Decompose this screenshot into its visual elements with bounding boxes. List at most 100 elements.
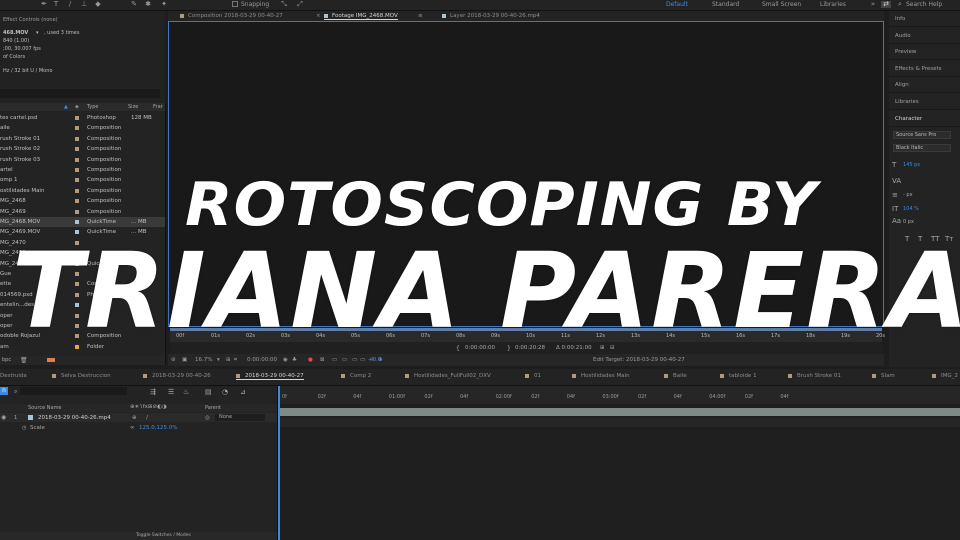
parent-select[interactable]: None: [215, 414, 265, 421]
snapshot-icon[interactable]: ◉: [283, 357, 288, 363]
current-time-indicator[interactable]: [278, 386, 280, 540]
view-icon[interactable]: ▭: [332, 357, 337, 363]
color-channel-icon[interactable]: ●: [308, 357, 313, 363]
project-search-input[interactable]: [0, 89, 160, 98]
snapping-checkbox[interactable]: [232, 1, 238, 7]
size-column[interactable]: Size: [128, 104, 138, 110]
grid-icon[interactable]: ⊞: [226, 357, 231, 363]
workspace-overflow-icon[interactable]: »: [869, 1, 877, 8]
project-item[interactable]: artel Composition: [0, 165, 165, 175]
region-icon[interactable]: ⌗: [234, 357, 237, 364]
panel-tab-character[interactable]: Character: [889, 111, 960, 127]
project-item[interactable]: ostilidades Main Composition: [0, 186, 165, 196]
timeline-ruler[interactable]: 0f 02f 04f 01:00f 02f 04f 02:00f 02f 04f 03:00f 02…: [278, 386, 960, 404]
label-color-swatch[interactable]: [75, 136, 79, 141]
chevron-down-icon[interactable]: ▾: [36, 30, 39, 36]
timeline-tab[interactable]: IMG_2: [932, 373, 958, 379]
pen-tool-icon[interactable]: ✒: [40, 1, 48, 8]
panel-tab-preview[interactable]: Preview: [889, 44, 960, 61]
workspace-standard[interactable]: Standard: [712, 1, 739, 8]
panel-tab-align[interactable]: Align: [889, 77, 960, 94]
tab-layer[interactable]: Layer 2018-03-29 00-40-26.mp4: [442, 13, 540, 19]
draft-3d-icon[interactable]: ☰: [168, 388, 174, 396]
tab-menu-icon[interactable]: ≡: [418, 13, 423, 19]
toggle-switches-modes[interactable]: Toggle Switches / Modes: [136, 533, 191, 538]
panel-tab-libraries[interactable]: Libraries: [889, 94, 960, 110]
label-color-swatch[interactable]: [75, 188, 79, 193]
frame-column[interactable]: Frar: [153, 104, 163, 110]
exposure-value[interactable]: +0.0: [368, 357, 381, 363]
timeline-tab[interactable]: Brush Stroke 01: [788, 373, 841, 379]
view-icon[interactable]: ▭: [360, 357, 365, 363]
always-preview-icon[interactable]: ⊛: [171, 357, 176, 363]
visibility-icon[interactable]: ◉: [1, 414, 6, 421]
comp-flowchart-icon[interactable]: ⇶: [150, 388, 156, 396]
brush-tool-icon[interactable]: ∕: [66, 1, 74, 8]
view-icon[interactable]: ▭: [352, 357, 357, 363]
roto-brush-tool-icon[interactable]: ✎: [130, 1, 138, 8]
vertical-scale-value[interactable]: 104 %: [903, 206, 919, 212]
project-item[interactable]: tes cartel.psd Photoshop 128 MB: [0, 113, 165, 123]
show-snapshot-icon[interactable]: ♣: [292, 357, 297, 363]
eraser-tool-icon[interactable]: ◆: [94, 1, 102, 8]
constrain-proportions-icon[interactable]: ∞: [130, 425, 135, 431]
mask-icon[interactable]: ▣: [182, 357, 187, 363]
panel-tab-info[interactable]: Info: [889, 11, 960, 27]
project-item[interactable]: MG_2468 Composition: [0, 196, 165, 206]
label-column-icon[interactable]: ◈: [75, 104, 79, 110]
project-item[interactable]: aile Composition: [0, 123, 165, 133]
graph-editor-icon[interactable]: ⊿: [240, 388, 246, 396]
type-column[interactable]: Type: [87, 104, 98, 110]
trash-icon[interactable]: 🗑: [20, 357, 28, 364]
source-name-header[interactable]: Source Name: [28, 405, 62, 411]
search-icon[interactable]: ⌕: [896, 1, 904, 8]
timeline-tab[interactable]: 01: [525, 373, 541, 379]
label-color-swatch[interactable]: [75, 168, 79, 172]
chevron-down-icon[interactable]: ▾: [217, 357, 220, 363]
pin-icon[interactable]: ⤢: [296, 1, 304, 8]
project-item[interactable]: omp 1 Composition: [0, 175, 165, 185]
workspace-small-screen[interactable]: Small Screen: [762, 1, 801, 8]
label-color-swatch[interactable]: [75, 157, 79, 162]
search-help-label[interactable]: Search Help: [906, 1, 942, 8]
zoom-value[interactable]: 16.7%: [195, 357, 212, 363]
sync-icon[interactable]: ⇄: [881, 1, 891, 8]
timeline-tab[interactable]: Selva Destruccion: [52, 373, 111, 379]
shy-icon[interactable]: ♨: [183, 388, 189, 396]
current-time[interactable]: 0:00:00:00: [247, 357, 277, 363]
label-color-swatch[interactable]: [75, 116, 79, 120]
label-color-swatch[interactable]: [75, 220, 79, 224]
frame-blending-icon[interactable]: ▤: [205, 388, 212, 396]
parent-header[interactable]: Parent: [205, 405, 221, 411]
scale-value[interactable]: 125.0,125.0%: [139, 425, 177, 431]
label-color-swatch[interactable]: [75, 209, 79, 214]
type-tool-icon[interactable]: T: [52, 1, 60, 8]
project-item[interactable]: rush Stroke 01 Composition: [0, 134, 165, 144]
snapping-options-icon[interactable]: ⤡: [280, 1, 288, 8]
layer-switch-icon[interactable]: ⊕: [132, 415, 137, 421]
timeline-tab[interactable]: Hostilidades Main: [572, 373, 630, 379]
timeline-search-input[interactable]: [20, 387, 127, 395]
label-color-swatch[interactable]: [75, 126, 79, 131]
clone-stamp-tool-icon[interactable]: ⊥: [80, 1, 88, 8]
timeline-tab[interactable]: tabloide 1: [720, 373, 757, 379]
workspace-libraries[interactable]: Libraries: [820, 1, 846, 8]
layer-duration-bar[interactable]: [278, 408, 960, 416]
project-item[interactable]: rush Stroke 02 Composition: [0, 144, 165, 154]
font-size-value[interactable]: 145 px: [903, 162, 920, 168]
font-family-select[interactable]: Source Sans Pro: [893, 131, 951, 139]
search-icon[interactable]: ⌕: [14, 388, 17, 396]
project-item[interactable]: MG_2469 Composition: [0, 207, 165, 217]
project-item[interactable]: MG_2468.MOV QuickTime ... MB: [0, 217, 165, 227]
workspace-default[interactable]: Default: [666, 1, 688, 8]
puppet-pin-tool-icon[interactable]: ✱: [144, 1, 152, 8]
timeline-tracks[interactable]: 0f 02f 04f 01:00f 02f 04f 02:00f 02f 04f 03:00f 02…: [278, 386, 960, 540]
timeline-tab[interactable]: Hostilidades_FullFull02_DXV: [405, 373, 491, 379]
label-color-swatch[interactable]: [75, 147, 79, 152]
project-item[interactable]: rush Stroke 03 Composition: [0, 155, 165, 165]
toggle-transparency-icon[interactable]: ⊠: [320, 357, 325, 363]
layer-row[interactable]: ◉ 1 2018-03-29 00-40-26.mp4 ⊕ ∕ ◎ None: [0, 413, 277, 422]
stopwatch-icon[interactable]: ◷: [22, 425, 26, 431]
sort-ascending-icon[interactable]: ▲: [64, 104, 68, 110]
label-color-swatch[interactable]: [75, 178, 79, 183]
